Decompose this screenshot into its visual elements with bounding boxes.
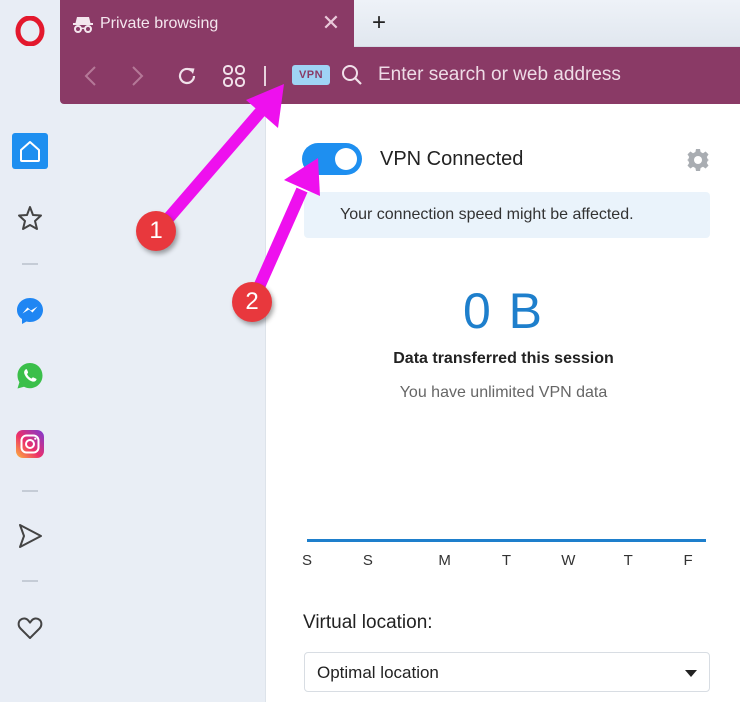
send-icon xyxy=(19,524,42,548)
annotation-badge-2: 2 xyxy=(232,282,272,322)
data-label: Data transferred this session xyxy=(393,350,614,367)
day-label: M xyxy=(438,552,451,569)
sidebar-item-whatsapp[interactable] xyxy=(12,358,48,394)
messenger-icon xyxy=(17,298,43,324)
sidebar-divider xyxy=(22,490,38,492)
day-label: T xyxy=(623,552,633,569)
heart-icon xyxy=(17,617,43,639)
incognito-icon xyxy=(73,16,93,33)
forward-button[interactable] xyxy=(122,61,152,91)
day-label: W xyxy=(561,552,576,569)
speed-dial-button[interactable] xyxy=(219,61,249,91)
chevron-left-icon xyxy=(84,66,96,86)
tab-title: Private browsing xyxy=(100,14,219,32)
page-content xyxy=(60,104,265,702)
star-icon xyxy=(18,206,42,230)
sidebar-item-messenger[interactable] xyxy=(12,293,48,329)
virtual-location-select[interactable]: Optimal location xyxy=(304,652,710,692)
sidebar-item-flow[interactable] xyxy=(12,518,48,554)
vpn-status-label: VPN Connected xyxy=(380,148,524,170)
tab-close-button[interactable]: ✕ xyxy=(320,12,342,34)
vpn-popup: VPN Connected Your connection speed migh… xyxy=(265,104,740,702)
sidebar-item-instagram[interactable] xyxy=(12,426,48,462)
reload-button[interactable] xyxy=(172,61,202,91)
sidebar-item-my-flow[interactable] xyxy=(12,610,48,646)
sidebar-divider xyxy=(22,263,38,265)
gear-icon[interactable] xyxy=(686,148,710,172)
annotation-badge-1: 1 xyxy=(136,211,176,251)
chevron-right-icon xyxy=(132,66,144,86)
toolbar-divider xyxy=(264,66,266,86)
virtual-location-label: Virtual location: xyxy=(303,612,433,633)
search-icon xyxy=(342,65,362,85)
sidebar xyxy=(0,0,60,702)
toggle-knob xyxy=(335,148,357,170)
tab-private-browsing[interactable]: Private browsing ✕ xyxy=(60,0,354,47)
back-button[interactable] xyxy=(76,61,106,91)
home-icon xyxy=(12,133,48,169)
grid-icon xyxy=(223,65,245,87)
day-label: F xyxy=(683,552,693,569)
tab-strip: Private browsing ✕ + xyxy=(60,0,740,47)
address-input[interactable] xyxy=(378,59,728,91)
browser-window: Private browsing ✕ + VPN Enter search or… xyxy=(0,0,740,702)
virtual-location-value: Optimal location xyxy=(317,663,439,682)
speed-notice: Your connection speed might be affected. xyxy=(304,192,710,238)
sidebar-item-home[interactable] xyxy=(12,133,48,169)
whatsapp-icon xyxy=(17,363,43,389)
usage-chart-days: S S M T W T F xyxy=(302,552,706,572)
new-tab-button[interactable]: + xyxy=(366,10,392,36)
data-amount: 0 B xyxy=(462,283,545,339)
opera-logo-icon[interactable] xyxy=(15,16,45,46)
reload-icon xyxy=(178,67,196,85)
address-toolbar: VPN xyxy=(60,47,740,104)
data-sub: You have unlimited VPN data xyxy=(399,384,608,401)
usage-chart-baseline xyxy=(307,539,706,542)
day-label: T xyxy=(501,552,512,569)
vpn-badge-button[interactable]: VPN xyxy=(292,65,330,85)
caret-down-icon xyxy=(685,670,697,677)
sidebar-item-bookmarks[interactable] xyxy=(12,200,48,236)
instagram-icon xyxy=(16,430,44,458)
day-label: S xyxy=(301,552,312,569)
sidebar-divider xyxy=(22,580,38,582)
vpn-toggle[interactable] xyxy=(302,143,362,175)
day-label: S xyxy=(362,552,373,569)
